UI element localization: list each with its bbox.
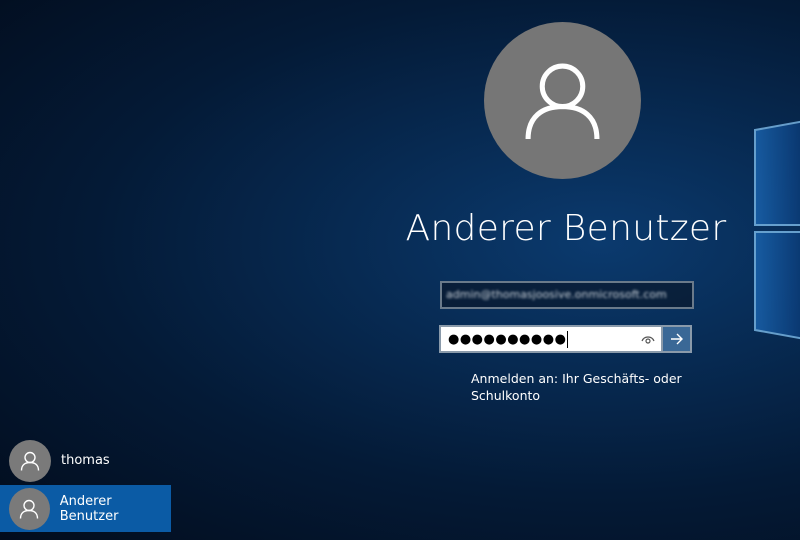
text-caret — [567, 331, 569, 348]
account-item-anderer-benutzer[interactable]: Anderer Benutzer — [0, 485, 171, 532]
password-value: ●●●●●●●●●● — [448, 332, 567, 347]
email-field[interactable]: admin@thomasjoosive.onmicrosoft.com — [440, 281, 694, 309]
user-avatar — [484, 22, 641, 179]
password-field[interactable]: ●●●●●●●●●● — [439, 325, 663, 353]
user-icon — [20, 451, 40, 471]
account-avatar — [9, 439, 51, 482]
user-name-title: Anderer Benutzer — [405, 208, 727, 249]
submit-button[interactable] — [663, 325, 692, 353]
reveal-password-icon[interactable] — [641, 332, 655, 346]
sign-in-hint: Anmelden an: Ihr Geschäfts- oder Schulko… — [471, 371, 682, 403]
account-name: thomas — [61, 453, 110, 468]
user-icon — [20, 499, 39, 519]
arrow-right-icon — [670, 333, 683, 345]
windows-logo-background — [754, 120, 800, 340]
account-avatar — [9, 487, 50, 530]
account-item-thomas[interactable]: thomas — [0, 437, 171, 484]
account-name: Anderer Benutzer — [59, 493, 119, 524]
user-icon — [525, 63, 600, 140]
